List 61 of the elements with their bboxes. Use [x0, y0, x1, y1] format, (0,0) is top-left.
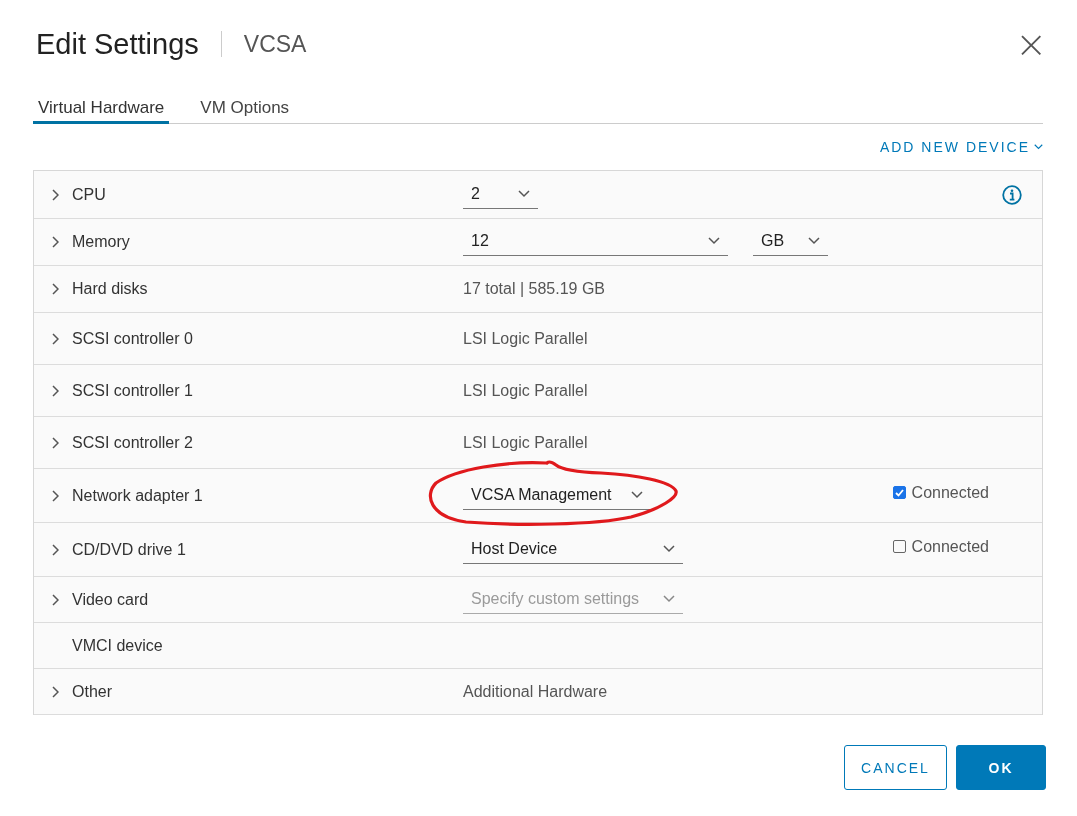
dropdown[interactable]: Host Device [463, 535, 683, 564]
checkbox-label: Connected [911, 483, 989, 502]
dropdown[interactable]: 2 [463, 180, 538, 209]
device-label: CPU [72, 185, 107, 204]
device-label: CD/DVD drive 1 [72, 540, 187, 559]
device-row[interactable]: SCSI controller 2 LSI Logic Parallel [34, 417, 1042, 469]
device-label: Network adapter 1 [72, 486, 204, 505]
device-row[interactable]: SCSI controller 0 LSI Logic Parallel [34, 313, 1042, 365]
device-value: LSI Logic Parallel [463, 433, 588, 452]
vm-name: VCSA [243, 30, 307, 58]
checkbox[interactable] [892, 540, 906, 553]
chevron-right-icon[interactable] [51, 188, 59, 201]
device-row[interactable]: VMCI device [34, 623, 1042, 669]
add-device-link[interactable]: ADD NEW DEVICE [879, 138, 1043, 156]
close-button[interactable]: × [1015, 25, 1047, 63]
info-icon[interactable] [1002, 184, 1022, 205]
chevron-right-icon[interactable] [51, 332, 59, 345]
device-label: Memory [72, 233, 131, 251]
tab[interactable]: Virtual Hardware [33, 86, 170, 124]
chevron-right-icon[interactable] [51, 436, 59, 449]
device-row[interactable]: Other Additional Hardware [34, 669, 1042, 715]
tab[interactable]: VM Options [195, 86, 295, 124]
caret-icon [663, 594, 675, 603]
chevron-right-icon[interactable] [51, 543, 59, 556]
caret-icon [663, 544, 675, 553]
device-row[interactable]: Network adapter 1 VCSA Management Connected [34, 469, 1042, 523]
chevron-right-icon[interactable] [51, 593, 59, 606]
device-label: SCSI controller 1 [72, 381, 194, 400]
caret-icon [631, 490, 643, 499]
dropdown[interactable]: GB [753, 228, 828, 256]
device-label: VMCI device [72, 636, 164, 655]
device-row[interactable]: CPU 2 [34, 171, 1042, 219]
dialog-button[interactable]: OK [956, 745, 1046, 790]
chevron-right-icon[interactable] [51, 685, 59, 698]
caret-icon [808, 237, 820, 245]
device-row[interactable]: CD/DVD drive 1 Host Device Connected [34, 523, 1042, 577]
dialog-button[interactable]: CANCEL [844, 745, 947, 790]
dialog-title: Edit Settings [35, 27, 199, 61]
caret-icon [708, 237, 720, 245]
chevron-right-icon[interactable] [51, 236, 59, 248]
checkbox-label: Connected [911, 537, 989, 556]
caret-icon [518, 189, 530, 198]
device-label: SCSI controller 0 [72, 329, 194, 348]
caret-icon [1034, 144, 1043, 150]
device-row[interactable]: Hard disks 17 total | 585.19 GB [34, 266, 1042, 313]
device-label: Video card [72, 590, 150, 609]
dropdown[interactable]: 12 [463, 228, 728, 256]
device-value: Additional Hardware [463, 682, 608, 701]
device-label: Other [72, 682, 113, 701]
device-row[interactable]: Memory 12 GB [34, 219, 1042, 266]
chevron-right-icon[interactable] [51, 489, 59, 502]
device-value: LSI Logic Parallel [463, 329, 588, 348]
device-label: SCSI controller 2 [72, 433, 194, 452]
device-value: LSI Logic Parallel [463, 381, 588, 400]
device-label: Hard disks [72, 280, 149, 298]
chevron-right-icon[interactable] [51, 283, 59, 295]
checkbox[interactable] [892, 486, 906, 499]
device-row[interactable]: SCSI controller 1 LSI Logic Parallel [34, 365, 1042, 417]
chevron-right-icon[interactable] [51, 384, 59, 397]
device-value: 17 total | 585.19 GB [463, 280, 606, 298]
dropdown[interactable]: VCSA Management [463, 481, 651, 510]
